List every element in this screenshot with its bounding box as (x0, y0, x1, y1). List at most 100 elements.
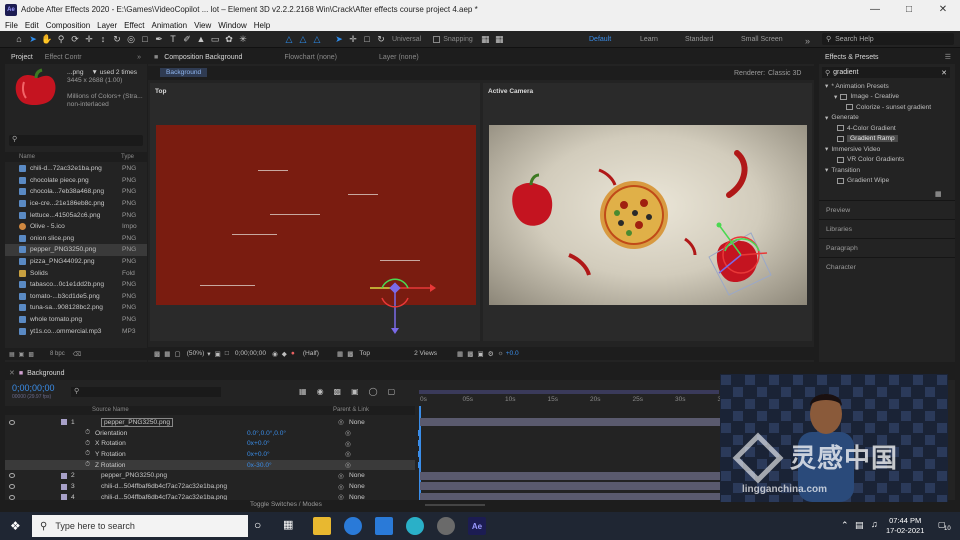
property-row[interactable]: ⏱ X Rotation 0x+0.0° ◎ (5, 438, 415, 449)
effects-category[interactable]: ▾ Generate (822, 113, 952, 124)
effects-item[interactable]: VR Color Gradients (822, 155, 952, 166)
label-color-swatch[interactable] (61, 483, 67, 490)
mask-icon[interactable]: ▢ (174, 350, 180, 358)
local-axis-icon[interactable]: △ (283, 33, 296, 46)
workspace-learn[interactable]: Learn (640, 36, 658, 43)
menu-composition[interactable]: Composition (46, 21, 90, 30)
always-preview-icon[interactable]: ▩ (154, 350, 160, 358)
effects-title[interactable]: Effects & Presets (825, 54, 879, 61)
tab-layer[interactable]: Layer (none) (373, 54, 425, 61)
bpc-label[interactable]: 8 bpc (50, 351, 65, 357)
project-item[interactable]: chili-d...72ac32e1ba.png PNG (5, 163, 147, 175)
panel-expand-icon[interactable]: » (131, 54, 147, 61)
expression-pickwhip-icon[interactable]: ◎ (345, 450, 351, 458)
menu-animation[interactable]: Animation (151, 21, 187, 30)
effects-category[interactable]: ▾ * Animation Presets (822, 81, 952, 92)
new-bin-icon[interactable]: ▦ (935, 190, 942, 198)
expression-pickwhip-icon[interactable]: ◎ (345, 461, 351, 469)
tab-effect-controls[interactable]: Effect Contr (39, 54, 88, 61)
magnification-dropdown[interactable]: (50%) (187, 350, 205, 357)
snapshot-icon[interactable]: ◉ (272, 350, 278, 358)
flowchart-icon[interactable]: ▣ (478, 350, 484, 358)
puppet-pin-icon[interactable]: ✳ (237, 33, 250, 46)
menu-view[interactable]: View (194, 21, 211, 30)
visibility-eye-icon[interactable] (9, 473, 15, 479)
exposure-icon[interactable]: ☼ (498, 350, 504, 357)
zoom-slider[interactable] (425, 504, 485, 506)
expression-pickwhip-icon[interactable]: ◎ (345, 440, 351, 448)
stopwatch-icon[interactable]: ⏱ (85, 440, 90, 448)
label-color-swatch[interactable] (61, 419, 67, 426)
layer-name[interactable]: pepper_PNG3250.png (101, 472, 167, 479)
menu-file[interactable]: File (5, 21, 18, 30)
col-name[interactable]: Name (19, 154, 35, 160)
layer-name[interactable]: chili-d...504ffbaf6db4cf7ac72ac32e1ba.pn… (101, 483, 227, 490)
toggle-switches-modes[interactable]: Toggle Switches / Modes (250, 501, 322, 508)
menu-effect[interactable]: Effect (124, 21, 144, 30)
work-area-bar[interactable] (419, 390, 719, 394)
network-icon[interactable]: ▤ (855, 520, 864, 531)
project-item[interactable]: yt1s.co...ommercial.mp3 MP3 (5, 325, 147, 337)
brush-tool-icon[interactable]: ✐ (181, 33, 194, 46)
parent-dropdown[interactable]: None (349, 483, 365, 490)
comp-breadcrumb[interactable]: Background (160, 68, 208, 77)
visibility-eye-icon[interactable] (9, 484, 15, 490)
world-axis-icon[interactable]: △ (297, 33, 310, 46)
draft-3d-icon[interactable]: ◉ (317, 387, 324, 396)
clone-stamp-icon[interactable]: ▲ (195, 33, 208, 46)
pen-tool-icon[interactable]: ✒ (153, 33, 166, 46)
workspace-small-screen[interactable]: Small Screen (741, 36, 783, 43)
snap-options-icon[interactable]: ▦ (479, 33, 492, 46)
orbit-camera-icon[interactable]: ⟳ (69, 33, 82, 46)
pan-camera-icon[interactable]: ✛ (83, 33, 96, 46)
effects-item[interactable]: Colorize - sunset gradient (822, 102, 952, 113)
effects-category[interactable]: ▾ Transition (822, 165, 952, 176)
layer-duration-bar[interactable] (420, 471, 720, 480)
property-value[interactable]: 0.0°,0.0°,0.0° (247, 430, 286, 437)
close-tab-icon[interactable]: ✕ (9, 369, 15, 377)
effects-search-input[interactable]: ⚲ gradient ✕ (822, 67, 950, 78)
project-item[interactable]: tabasco...0c1e1dd2b.png PNG (5, 279, 147, 291)
delete-icon[interactable]: ⌫ (73, 351, 81, 358)
property-row[interactable]: ⏱ Z Rotation 0x-30.0° ◎ (5, 459, 415, 471)
windows-start-icon[interactable]: ❖ (10, 519, 21, 533)
3d-view-dropdown[interactable]: Top (359, 350, 370, 357)
renderer-value[interactable]: Classic 3D (768, 70, 801, 77)
libraries-panel[interactable]: Libraries (819, 219, 955, 238)
maximize-button[interactable]: □ (892, 0, 926, 19)
menu-window[interactable]: Window (218, 21, 246, 30)
character-panel[interactable]: Character (819, 257, 955, 276)
show-snapshot-icon[interactable]: ◆ (282, 350, 287, 358)
workspace-standard[interactable]: Standard (685, 36, 713, 43)
property-row[interactable]: ⏱ Y Rotation 0x+0.0° ◎ (5, 449, 415, 460)
timeline-comp-tab[interactable]: Background (23, 370, 70, 377)
interpret-footage-icon[interactable]: ▦ (9, 351, 15, 358)
effects-item[interactable]: ▾ Image - Creative (822, 92, 952, 103)
volume-icon[interactable]: ♫ (871, 519, 878, 529)
project-item[interactable]: whole tomato.png PNG (5, 314, 147, 326)
effects-item[interactable]: 4-Color Gradient (822, 123, 952, 134)
tab-flowchart[interactable]: Flowchart (none) (278, 54, 343, 61)
frame-blending-icon[interactable]: ▣ (351, 387, 359, 396)
panel-menu-icon[interactable]: ☰ (939, 53, 955, 61)
timeline-search-input[interactable]: ⚲ (71, 387, 221, 397)
chrome-icon[interactable] (437, 517, 455, 535)
project-search-input[interactable]: ⚲ (9, 135, 143, 146)
timeline-timecode[interactable]: 0;00;00;00 (12, 383, 55, 393)
roto-brush-icon[interactable]: ✿ (223, 33, 236, 46)
col-type[interactable]: Type (121, 154, 134, 160)
effects-item[interactable]: Gradient Ramp (822, 134, 952, 145)
project-item[interactable]: tuna-sa...908128bc2.png PNG (5, 302, 147, 314)
stopwatch-icon[interactable]: ⏱ (85, 429, 90, 437)
exposure-value[interactable]: +0.0 (506, 350, 519, 357)
taskbar-search-box[interactable]: ⚲ Type here to search (32, 515, 248, 537)
timeline-icon[interactable]: ▩ (467, 350, 473, 358)
show-hidden-icons[interactable]: ⌃ (841, 520, 849, 531)
expression-pickwhip-icon[interactable]: ◎ (345, 429, 351, 437)
resolution-icon[interactable]: ▣ (215, 350, 221, 358)
hand-tool-icon[interactable]: ✋ (41, 33, 54, 46)
fast-preview-icon[interactable]: ▩ (347, 350, 353, 358)
layer-row[interactable]: 1 pepper_PNG3250.png None ◎ (5, 417, 415, 428)
rectangle-tool-icon[interactable]: □ (139, 33, 152, 46)
view-axis-icon[interactable]: △ (311, 33, 324, 46)
